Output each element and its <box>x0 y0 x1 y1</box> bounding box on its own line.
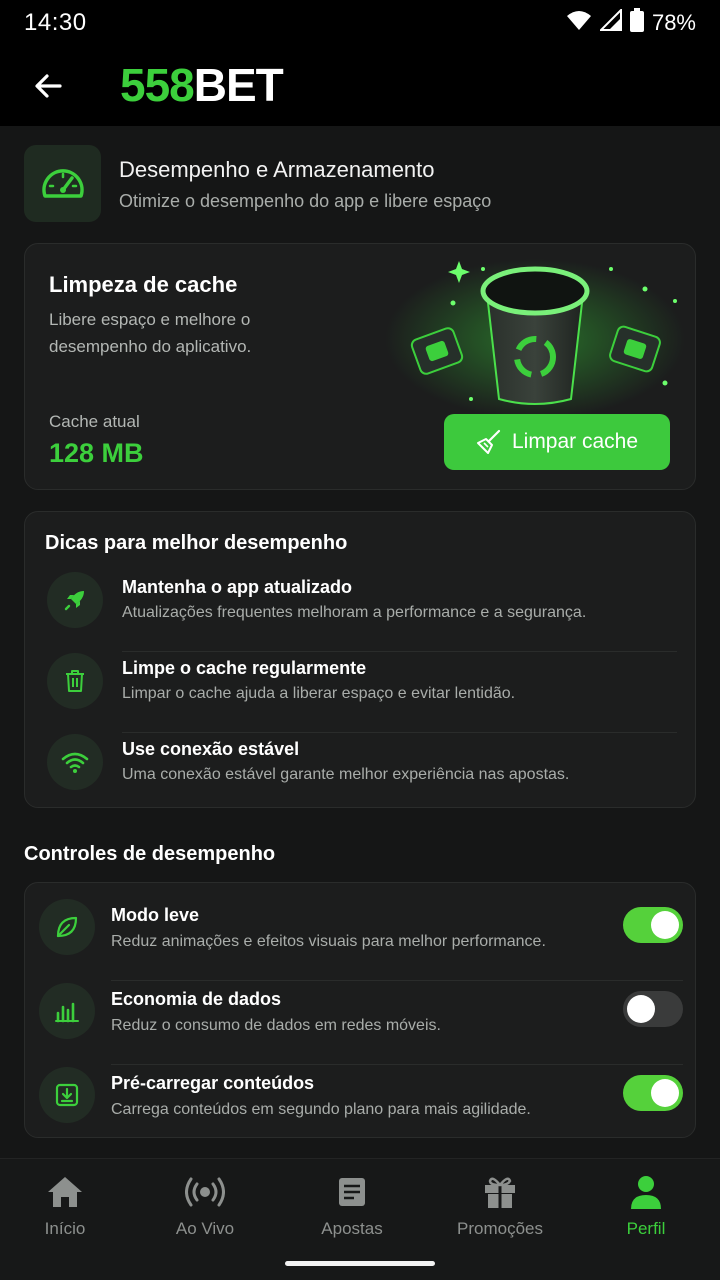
nav-item-bets[interactable]: Apostas <box>292 1173 412 1239</box>
clear-cache-label: Limpar cache <box>511 430 639 453</box>
cache-current-label: Cache atual <box>49 412 140 431</box>
nav-label: Apostas <box>321 1219 383 1238</box>
speedometer-icon <box>24 145 101 222</box>
ticket-icon <box>332 1173 372 1211</box>
signal-icon <box>598 7 622 37</box>
preload-toggle[interactable] <box>623 1075 683 1111</box>
divider <box>122 651 677 652</box>
controls-title: Controles de desempenho <box>24 843 276 865</box>
back-button[interactable] <box>28 66 68 106</box>
app-header: 558BET <box>0 46 720 126</box>
battery-percent: 78% <box>651 10 696 35</box>
nav-label: Promoções <box>457 1219 543 1238</box>
nav-item-home[interactable]: Início <box>5 1173 125 1239</box>
recycle-bin-illustration <box>375 249 695 419</box>
status-icons: 78% <box>566 7 696 38</box>
arrow-left-icon <box>35 74 62 98</box>
section-title: Desempenho e Armazenamento <box>119 157 435 182</box>
controls-card: Modo leve Reduz animações e efeitos visu… <box>24 882 696 1138</box>
wifi-icon <box>47 734 103 790</box>
home-indicator[interactable] <box>285 1261 435 1266</box>
nav-label: Perfil <box>626 1219 666 1238</box>
cache-title: Limpeza de cache <box>49 272 238 297</box>
tip-item: Use conexão estável Uma conexão estável … <box>45 734 677 814</box>
tip-item: Mantenha o app atualizado Atualizações f… <box>45 572 677 652</box>
tip-title: Limpe o cache regularmente <box>122 658 367 678</box>
control-title: Economia de dados <box>111 989 282 1009</box>
live-icon <box>185 1173 225 1211</box>
control-title: Pré-carregar conteúdos <box>111 1073 315 1093</box>
cache-current-value: 128 MB <box>49 438 144 468</box>
control-description: Reduz o consumo de dados em redes móveis… <box>111 1017 441 1034</box>
toggle-knob <box>651 911 679 939</box>
light-mode-toggle[interactable] <box>623 907 683 943</box>
control-description: Reduz animações e efeitos visuais para m… <box>111 933 546 950</box>
nav-label: Ao Vivo <box>175 1219 235 1238</box>
cache-description: Libere espaço e melhore o desempenho do … <box>49 310 252 356</box>
download-icon <box>39 1067 95 1123</box>
tip-item: Limpe o cache regularmente Limpar o cach… <box>45 653 677 733</box>
wifi-status-icon <box>566 9 592 37</box>
tip-description: Atualizações frequentes melhoram a perfo… <box>122 604 587 621</box>
tip-title: Mantenha o app atualizado <box>122 577 353 597</box>
data-chart-icon <box>39 983 95 1039</box>
tips-title: Dicas para melhor desempenho <box>45 532 348 554</box>
tip-description: Uma conexão estável garante melhor exper… <box>122 766 570 783</box>
section-header: Desempenho e Armazenamento Otimize o des… <box>24 145 696 223</box>
toggle-knob <box>627 995 655 1023</box>
tip-description: Limpar o cache ajuda a liberar espaço e … <box>122 685 516 702</box>
broom-icon <box>476 429 501 454</box>
nav-label: Início <box>44 1219 86 1238</box>
status-time: 14:30 <box>24 9 87 36</box>
tip-title: Use conexão estável <box>122 739 300 759</box>
gift-icon <box>480 1173 520 1211</box>
user-icon <box>626 1173 666 1211</box>
brand-logo: 558BET <box>120 58 284 112</box>
control-row-preload: Pré-carregar conteúdos Carrega conteúdos… <box>39 1065 683 1135</box>
divider <box>122 732 677 733</box>
logo-number: 558 <box>120 59 195 111</box>
control-row-light-mode: Modo leve Reduz animações e efeitos visu… <box>39 897 683 981</box>
tips-card: Dicas para melhor desempenho Mantenha o … <box>24 511 696 808</box>
toggle-knob <box>651 1079 679 1107</box>
data-saver-toggle[interactable] <box>623 991 683 1027</box>
leaf-icon <box>39 899 95 955</box>
nav-item-profile[interactable]: Perfil <box>586 1173 706 1239</box>
control-description: Carrega conteúdos em segundo plano para … <box>111 1101 531 1118</box>
rocket-icon <box>47 572 103 628</box>
nav-item-live[interactable]: Ao Vivo <box>145 1173 265 1239</box>
control-row-data-saver: Economia de dados Reduz o consumo de dad… <box>39 981 683 1065</box>
cache-card: Limpeza de cache Libere espaço e melhore… <box>24 243 696 490</box>
trash-icon <box>47 653 103 709</box>
section-subtitle: Otimize o desempenho do app e libere esp… <box>119 191 492 211</box>
home-icon <box>45 1173 85 1211</box>
battery-icon <box>629 8 644 38</box>
clear-cache-button[interactable]: Limpar cache <box>444 414 670 470</box>
status-bar: 14:30 78% <box>0 0 720 46</box>
logo-text: BET <box>193 59 284 111</box>
control-title: Modo leve <box>111 905 200 925</box>
nav-item-promotions[interactable]: Promoções <box>440 1173 560 1239</box>
